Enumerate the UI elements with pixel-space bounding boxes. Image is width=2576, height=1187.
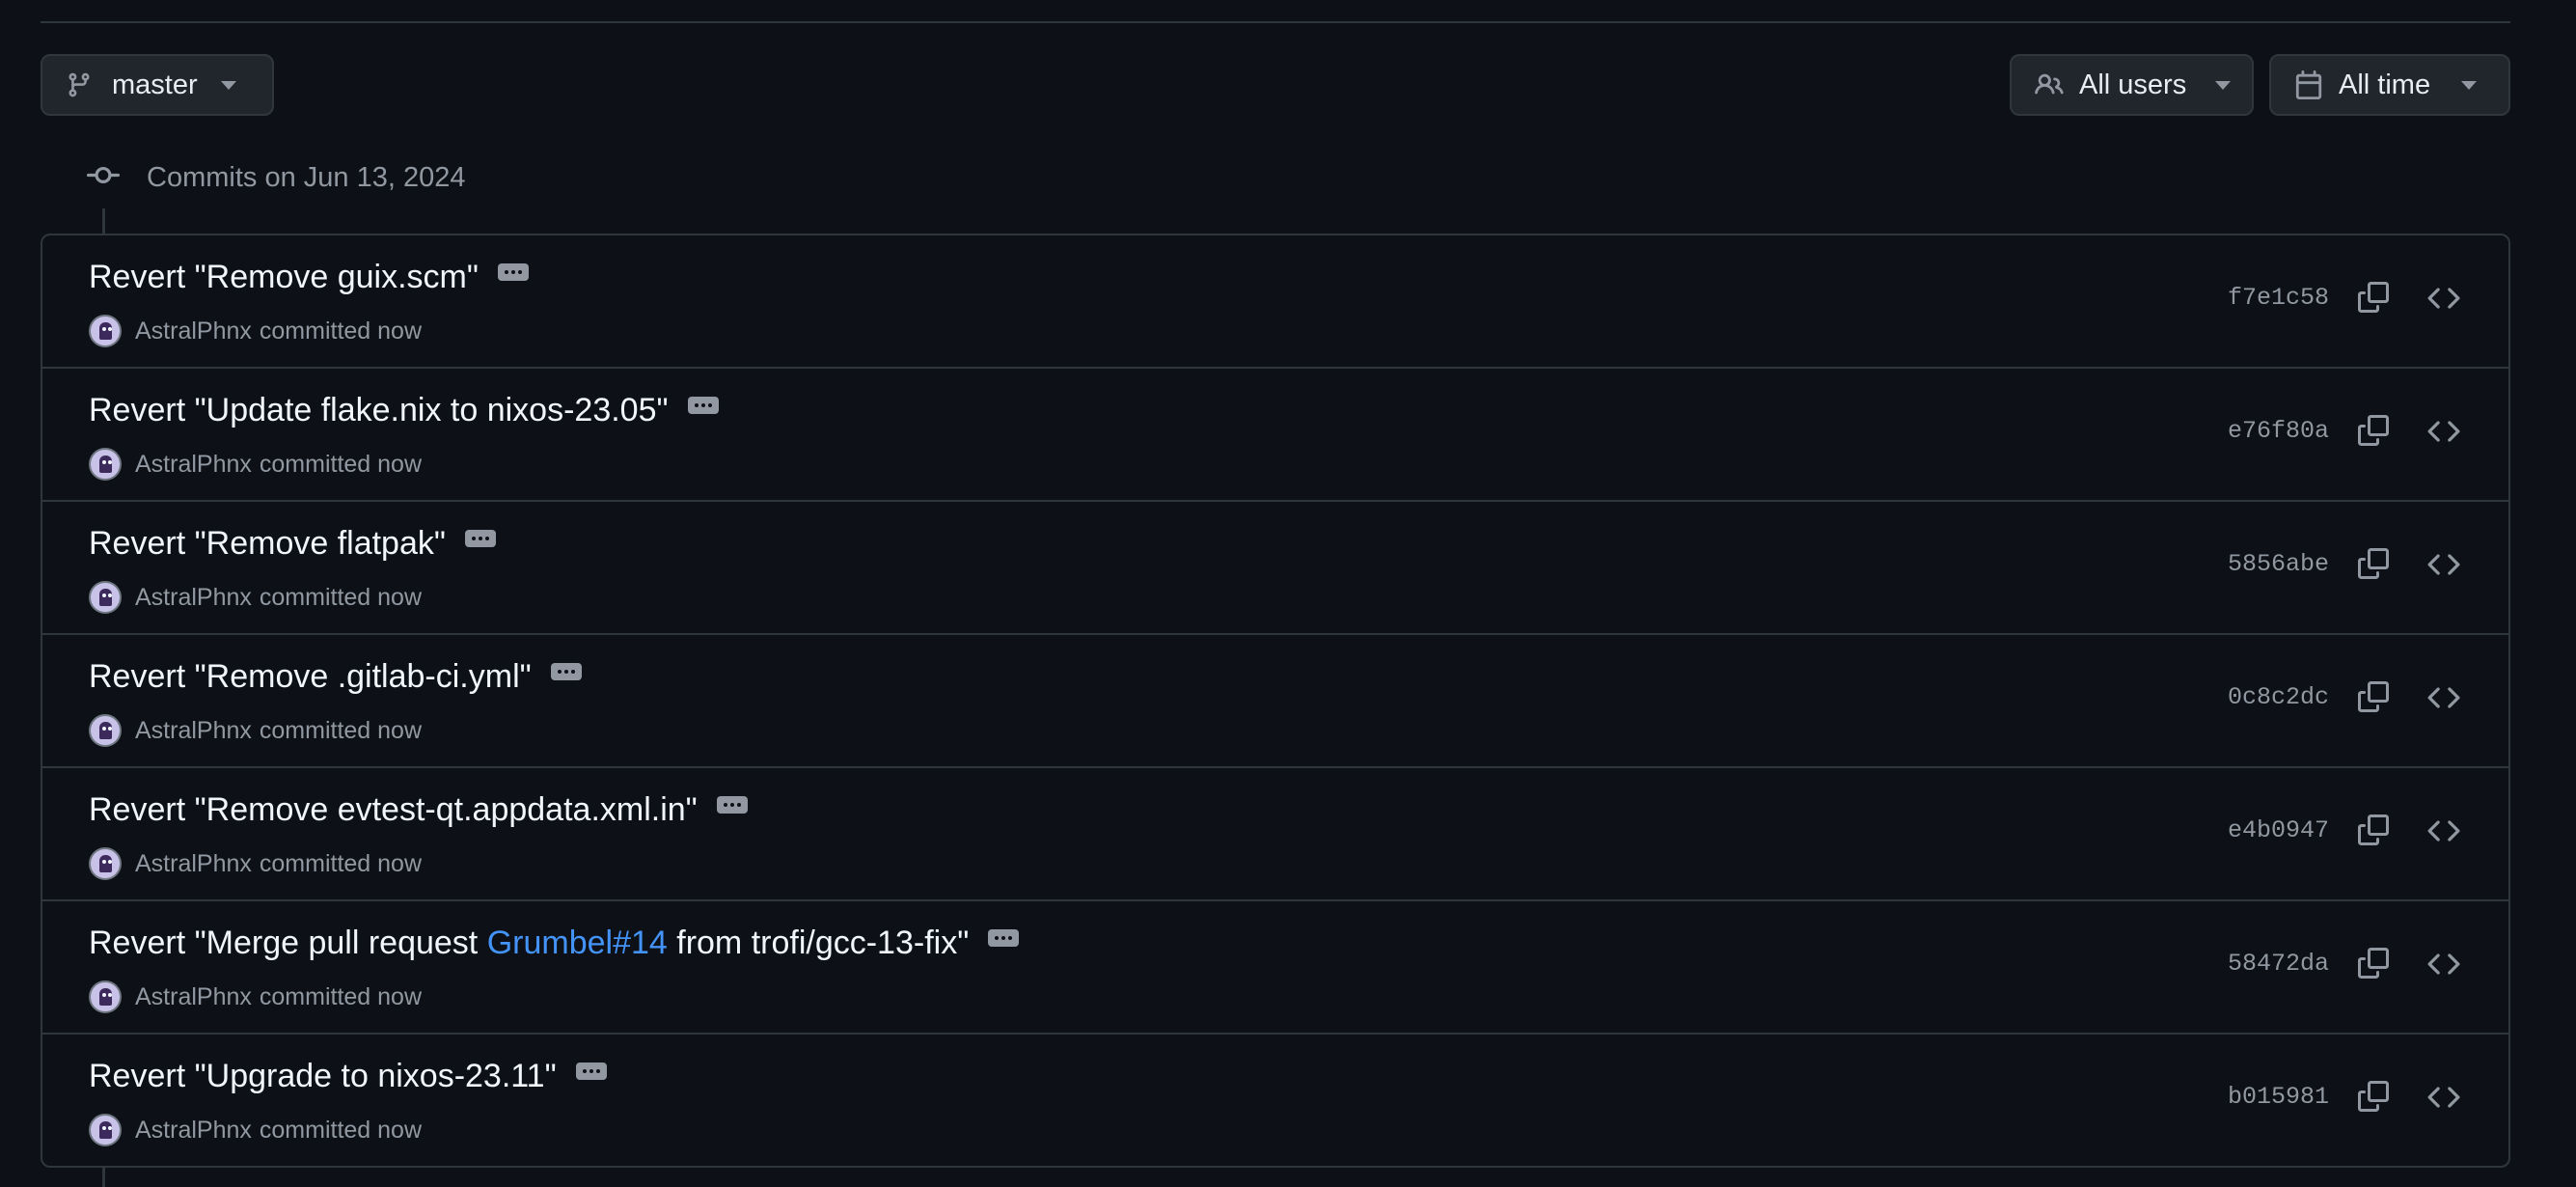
- timeline-line: [102, 1166, 105, 1187]
- time-filter-button[interactable]: All time: [2269, 54, 2510, 116]
- commit-author-name[interactable]: AstralPhnx: [135, 584, 252, 612]
- commit-sha-link[interactable]: 5856abe: [2228, 550, 2329, 578]
- code-icon[interactable]: [2427, 814, 2460, 852]
- users-filter-button[interactable]: All users: [2010, 54, 2254, 116]
- expand-message-button[interactable]: [575, 1062, 607, 1080]
- commit-time-text: committed now: [259, 849, 423, 877]
- commit-author-line: AstralPhnx committed now: [89, 315, 422, 347]
- commit-message-text: Revert "Remove guix.scm": [89, 259, 479, 295]
- avatar[interactable]: [89, 714, 122, 747]
- git-commit-icon: [87, 159, 120, 197]
- commit-sha-link[interactable]: 58472da: [2228, 950, 2329, 978]
- commit-title[interactable]: Revert "Merge pull request Grumbel#14 fr…: [89, 925, 1020, 962]
- avatar[interactable]: [89, 980, 122, 1013]
- code-icon[interactable]: [2427, 415, 2460, 453]
- avatar[interactable]: [89, 581, 122, 614]
- users-filter-label: All users: [2079, 69, 2187, 100]
- git-branch-icon: [66, 71, 93, 98]
- commit-title[interactable]: Revert "Remove guix.scm": [89, 259, 529, 296]
- branch-selector-button[interactable]: master: [41, 54, 274, 116]
- commit-title[interactable]: Revert "Remove .gitlab-ci.yml": [89, 658, 582, 696]
- commit-message-text: Revert "Merge pull request: [89, 925, 487, 961]
- code-icon[interactable]: [2427, 548, 2460, 586]
- commit-sha-link[interactable]: f7e1c58: [2228, 284, 2329, 312]
- expand-message-button[interactable]: [988, 928, 1020, 947]
- commit-list: Revert "Remove guix.scm" AstralPhnx comm…: [41, 234, 2510, 1168]
- commit-author-name[interactable]: AstralPhnx: [135, 717, 252, 745]
- commit-row: Revert "Update flake.nix to nixos-23.05"…: [42, 367, 2508, 500]
- chevron-down-icon: [2461, 80, 2478, 90]
- commit-author-line: AstralPhnx committed now: [89, 714, 422, 747]
- commit-author-line: AstralPhnx committed now: [89, 1114, 422, 1146]
- commit-author-name[interactable]: AstralPhnx: [135, 983, 252, 1011]
- avatar[interactable]: [89, 1114, 122, 1146]
- issue-link[interactable]: Grumbel#14: [487, 925, 668, 962]
- commit-sha-link[interactable]: e76f80a: [2228, 417, 2329, 445]
- code-icon[interactable]: [2427, 1081, 2460, 1118]
- commits-page: master All users All time Commits on Jun…: [0, 0, 2576, 1187]
- expand-message-button[interactable]: [464, 529, 496, 547]
- commit-author-line: AstralPhnx committed now: [89, 581, 422, 614]
- commit-row: Revert "Remove flatpak" AstralPhnx commi…: [42, 500, 2508, 633]
- commit-sha-link[interactable]: e4b0947: [2228, 816, 2329, 844]
- commit-message-text: Revert "Upgrade to nixos-23.11": [89, 1058, 557, 1094]
- code-icon[interactable]: [2427, 282, 2460, 319]
- avatar[interactable]: [89, 448, 122, 481]
- commit-time-text: committed now: [259, 716, 423, 744]
- commit-time-text: committed now: [259, 583, 423, 611]
- commit-row: Revert "Remove evtest-qt.appdata.xml.in"…: [42, 766, 2508, 899]
- expand-message-button[interactable]: [550, 662, 582, 680]
- timeline-line: [102, 208, 105, 234]
- commit-time-text: committed now: [259, 1116, 423, 1144]
- commit-sha-link[interactable]: b015981: [2228, 1083, 2329, 1111]
- commit-time-text: committed now: [259, 450, 423, 478]
- commit-title[interactable]: Revert "Remove evtest-qt.appdata.xml.in": [89, 791, 748, 829]
- commit-title[interactable]: Revert "Upgrade to nixos-23.11": [89, 1058, 607, 1095]
- commit-row: Revert "Remove guix.scm" AstralPhnx comm…: [42, 235, 2508, 367]
- commit-sha-link[interactable]: 0c8c2dc: [2228, 683, 2329, 711]
- time-filter-label: All time: [2339, 69, 2431, 100]
- expand-message-button[interactable]: [497, 262, 529, 281]
- commit-message-text: Revert "Remove evtest-qt.appdata.xml.in": [89, 791, 698, 828]
- expand-message-button[interactable]: [687, 396, 719, 414]
- chevron-down-icon: [2215, 80, 2232, 90]
- commit-author-line: AstralPhnx committed now: [89, 448, 422, 481]
- commit-row: Revert "Merge pull request Grumbel#14 fr…: [42, 899, 2508, 1033]
- avatar[interactable]: [89, 315, 122, 347]
- commit-title[interactable]: Revert "Remove flatpak": [89, 525, 496, 563]
- code-icon[interactable]: [2427, 681, 2460, 719]
- commit-row: Revert "Remove .gitlab-ci.yml" AstralPhn…: [42, 633, 2508, 766]
- people-icon: [2035, 70, 2064, 99]
- commit-author-name[interactable]: AstralPhnx: [135, 451, 252, 479]
- copy-icon[interactable]: [2358, 548, 2389, 584]
- commit-author-name[interactable]: AstralPhnx: [135, 1117, 252, 1145]
- divider: [41, 21, 2510, 23]
- code-icon[interactable]: [2427, 948, 2460, 985]
- commit-message-text: from trofi/gcc-13-fix": [667, 925, 970, 961]
- chevron-down-icon: [220, 80, 236, 90]
- commit-message-text: Revert "Update flake.nix to nixos-23.05": [89, 392, 669, 428]
- commit-group-title: Commits on Jun 13, 2024: [147, 161, 466, 193]
- copy-icon[interactable]: [2358, 282, 2389, 317]
- copy-icon[interactable]: [2358, 681, 2389, 717]
- copy-icon[interactable]: [2358, 814, 2389, 850]
- commit-author-name[interactable]: AstralPhnx: [135, 317, 252, 345]
- avatar[interactable]: [89, 847, 122, 880]
- commit-message-text: Revert "Remove .gitlab-ci.yml": [89, 658, 532, 695]
- copy-icon[interactable]: [2358, 1081, 2389, 1117]
- commit-title[interactable]: Revert "Update flake.nix to nixos-23.05": [89, 392, 719, 429]
- commit-time-text: committed now: [259, 982, 423, 1010]
- commit-row: Revert "Upgrade to nixos-23.11" AstralPh…: [42, 1033, 2508, 1166]
- commit-time-text: committed now: [259, 317, 423, 345]
- copy-icon[interactable]: [2358, 415, 2389, 451]
- copy-icon[interactable]: [2358, 948, 2389, 983]
- calendar-icon: [2294, 70, 2323, 99]
- commit-message-text: Revert "Remove flatpak": [89, 525, 446, 562]
- branch-selector-label: master: [112, 69, 198, 100]
- commit-author-line: AstralPhnx committed now: [89, 980, 422, 1013]
- commit-author-name[interactable]: AstralPhnx: [135, 850, 252, 878]
- commit-group-header: Commits on Jun 13, 2024: [87, 156, 465, 199]
- commit-author-line: AstralPhnx committed now: [89, 847, 422, 880]
- expand-message-button[interactable]: [716, 795, 748, 814]
